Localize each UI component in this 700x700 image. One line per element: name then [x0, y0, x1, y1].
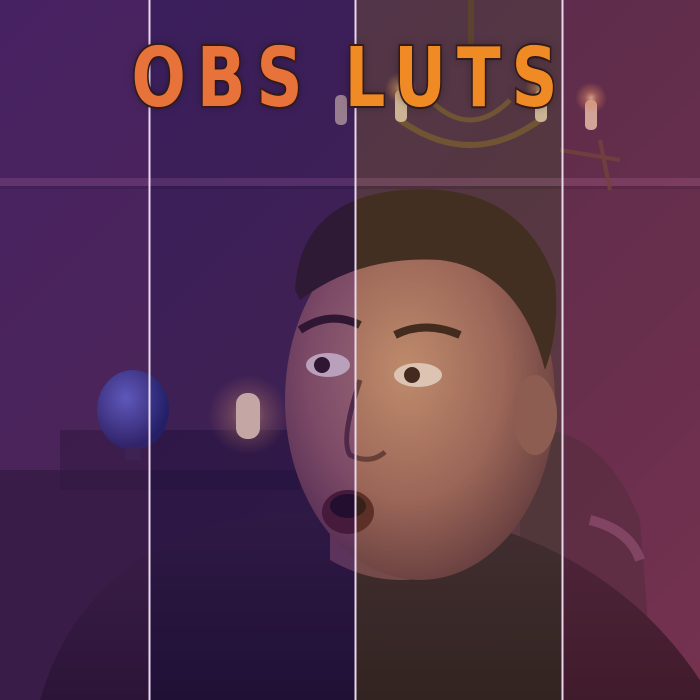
divider-3 [561, 0, 564, 700]
lut-panel-4 [564, 0, 700, 700]
lut-overlays [0, 0, 700, 700]
lut-panel-3 [356, 0, 564, 700]
photo-scene [0, 0, 700, 700]
lut-panel-1 [0, 0, 150, 700]
lut-comparison-thumbnail: OBS LUTS [0, 0, 700, 700]
lut-panel-2 [150, 0, 356, 700]
divider-1 [148, 0, 151, 700]
divider-2 [354, 0, 357, 700]
